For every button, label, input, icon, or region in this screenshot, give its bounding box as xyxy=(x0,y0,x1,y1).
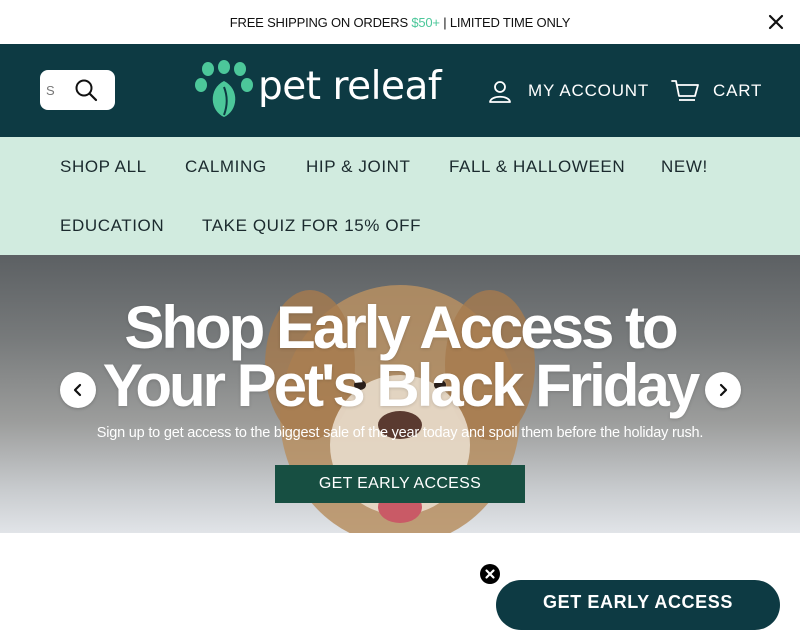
hero-banner: Shop Early Access to Your Pet's Black Fr… xyxy=(0,255,800,533)
cart-icon xyxy=(671,80,699,101)
close-announcement-button[interactable] xyxy=(766,12,786,32)
search-input[interactable] xyxy=(46,75,70,105)
nav-item-new[interactable]: NEW! xyxy=(661,157,708,177)
carousel-next-button[interactable] xyxy=(705,372,741,408)
chevron-left-icon xyxy=(73,383,82,397)
hero-subtitle: Sign up to get access to the biggest sal… xyxy=(96,425,704,441)
get-early-access-button[interactable]: GET EARLY ACCESS xyxy=(275,465,525,503)
announcement-bar: FREE SHIPPING ON ORDERS $50+ | LIMITED T… xyxy=(0,0,800,44)
close-icon xyxy=(768,14,784,30)
search-box xyxy=(40,70,115,110)
announcement-text-before: FREE SHIPPING ON ORDERS xyxy=(229,14,412,30)
cart-link[interactable]: CART xyxy=(671,78,762,104)
nav-item-take-quiz[interactable]: TAKE QUIZ FOR 15% OFF xyxy=(202,216,421,236)
announcement-text-after: | LIMITED TIME ONLY xyxy=(439,14,571,30)
search-icon[interactable] xyxy=(74,78,98,102)
close-icon xyxy=(485,569,495,579)
nav-item-hip-joint[interactable]: HIP & JOINT xyxy=(306,157,411,177)
my-account-label: MY ACCOUNT xyxy=(528,81,650,100)
announcement-highlight: $50+ xyxy=(411,14,440,30)
hero-title-line1: Shop Early Access to xyxy=(124,294,678,361)
nav-item-shop-all[interactable]: SHOP ALL xyxy=(60,157,147,177)
chevron-right-icon xyxy=(719,383,728,397)
paw-leaf-logo-icon xyxy=(195,60,253,117)
hero-title-line2: Your Pet's Black Friday xyxy=(102,352,700,419)
main-nav: SHOP ALL CALMING HIP & JOINT FALL & HALL… xyxy=(0,137,800,255)
site-logo[interactable]: pet releaf xyxy=(194,58,442,120)
cart-label: CART xyxy=(713,81,763,100)
floating-early-access-button[interactable]: GET EARLY ACCESS xyxy=(496,580,780,630)
user-icon xyxy=(489,81,511,103)
site-header: pet releaf MY ACCOUNT CART xyxy=(0,44,800,137)
hero-title: Shop Early Access to Your Pet's Black Fr… xyxy=(0,294,800,419)
nav-item-calming[interactable]: CALMING xyxy=(185,157,267,177)
nav-item-education[interactable]: EDUCATION xyxy=(60,216,164,236)
logo-text: pet releaf xyxy=(258,63,442,109)
my-account-link[interactable]: MY ACCOUNT xyxy=(488,79,649,103)
floating-close-button[interactable] xyxy=(480,564,500,584)
carousel-prev-button[interactable] xyxy=(60,372,96,408)
nav-item-fall-halloween[interactable]: FALL & HALLOWEEN xyxy=(449,157,625,177)
